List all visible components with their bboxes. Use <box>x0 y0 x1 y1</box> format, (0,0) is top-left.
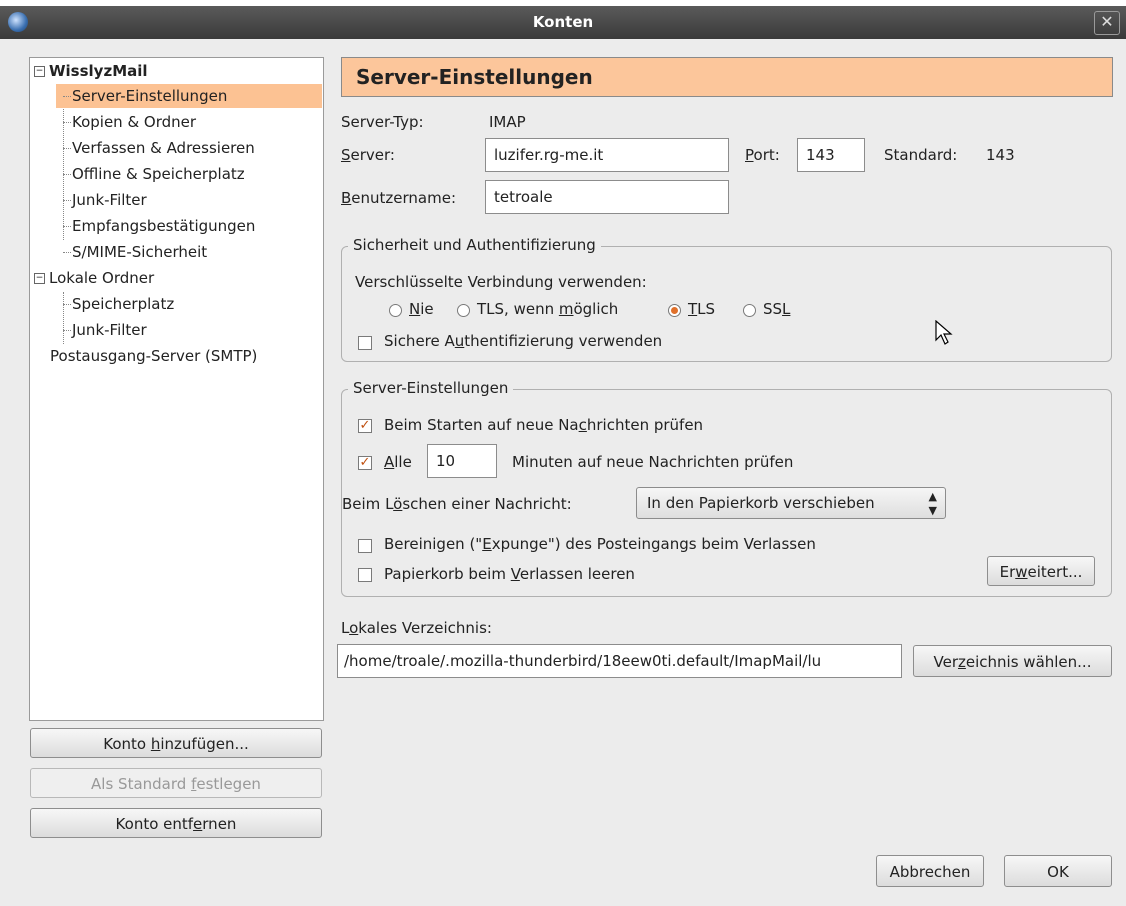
radio-never[interactable] <box>389 304 402 317</box>
collapse-icon[interactable]: − <box>34 66 45 77</box>
empty-trash-label[interactable]: Papierkorb beim Verlassen leeren <box>384 565 635 583</box>
server-type-label: Server-Typ: <box>341 113 424 131</box>
check-every-label[interactable]: Alle <box>384 453 412 471</box>
section-header: Server-Einstellungen <box>341 57 1113 97</box>
check-on-startup-checkbox[interactable]: ✓ <box>358 419 372 433</box>
tree-item-receipts[interactable]: Empfangsbestätigungen <box>56 214 255 238</box>
check-every-checkbox[interactable]: ✓ <box>358 456 372 470</box>
tree-item-label: Offline & Speicherplatz <box>72 165 245 183</box>
add-account-button[interactable]: Konto hinzufügen... <box>30 728 322 758</box>
tree-account-wisslyzmail[interactable]: − WisslyzMail <box>34 59 320 83</box>
radio-tls-if-possible-label[interactable]: TLS, wenn möglich <box>477 300 618 318</box>
username-label: Benutzername: <box>341 189 457 207</box>
tree-item-label: Speicherplatz <box>72 295 175 313</box>
tree-item-copies-folders[interactable]: Kopien & Ordner <box>56 110 196 134</box>
tree-item-server-settings[interactable]: Server-Einstellungen <box>56 84 322 108</box>
tree-item-junk-filter[interactable]: Junk-Filter <box>56 188 147 212</box>
local-directory-label: Lokales Verzeichnis: <box>341 619 492 637</box>
mouse-cursor-icon <box>935 320 953 345</box>
expunge-checkbox[interactable] <box>358 539 372 553</box>
local-directory-input[interactable]: /home/troale/.mozilla-thunderbird/18eew0… <box>337 644 902 678</box>
account-name: WisslyzMail <box>49 62 148 80</box>
radio-ssl[interactable] <box>743 304 756 317</box>
dialog-body: − WisslyzMail Server-Einstellungen Kopien… <box>0 39 1126 906</box>
port-input[interactable]: 143 <box>797 138 865 172</box>
server-type-value: IMAP <box>489 113 526 131</box>
username-input[interactable]: tetroale <box>485 180 729 214</box>
tree-item-smtp[interactable]: Postausgang-Server (SMTP) <box>50 344 257 368</box>
account-tree[interactable]: − WisslyzMail Server-Einstellungen Kopien… <box>29 57 324 721</box>
ok-button[interactable]: OK <box>1004 855 1112 887</box>
tree-item-label: Server-Einstellungen <box>72 87 228 105</box>
cancel-button[interactable]: Abbrechen <box>876 855 984 887</box>
tree-item-label: Junk-Filter <box>72 191 147 209</box>
interval-minutes-input[interactable]: 10 <box>427 444 497 478</box>
collapse-icon[interactable]: − <box>34 273 45 284</box>
encryption-label: Verschlüsselte Verbindung verwenden: <box>355 273 647 291</box>
remove-account-button[interactable]: Konto entfernen <box>30 808 322 838</box>
tree-item-label: Kopien & Ordner <box>72 113 197 131</box>
tree-item-smime[interactable]: S/MIME-Sicherheit <box>56 240 207 264</box>
advanced-button[interactable]: Erweitert... <box>987 556 1095 586</box>
security-group: Sicherheit und Authentifizierung Verschl… <box>341 236 1112 362</box>
standard-label: Standard: <box>884 146 958 164</box>
delete-action-label: Beim Löschen einer Nachricht: <box>342 495 572 513</box>
tree-account-local-folders[interactable]: − Lokale Ordner <box>34 266 154 290</box>
radio-never-label[interactable]: Nie <box>409 300 434 318</box>
server-name-input[interactable]: luzifer.rg-me.it <box>485 138 729 172</box>
tree-item-label: Empfangsbestätigungen <box>72 217 256 235</box>
tree-item-label: Postausgang-Server (SMTP) <box>50 347 258 365</box>
tree-item-disk-space[interactable]: Speicherplatz <box>56 292 174 316</box>
port-label: Port: <box>745 146 780 164</box>
standard-port-value: 143 <box>986 146 1015 164</box>
choose-directory-button[interactable]: Verzeichnis wählen... <box>913 645 1112 677</box>
set-default-button[interactable]: Als Standard festlegen <box>30 768 322 798</box>
server-settings-group: Server-Einstellungen ✓ Beim Starten auf … <box>341 379 1112 597</box>
window-title: Konten <box>532 13 594 31</box>
title-bar: Konten ✕ <box>0 6 1126 39</box>
tree-item-offline[interactable]: Offline & Speicherplatz <box>56 162 245 186</box>
delete-action-value: In den Papierkorb verschieben <box>647 494 875 512</box>
server-settings-legend: Server-Einstellungen <box>348 379 514 397</box>
tree-item-compose[interactable]: Verfassen & Adressieren <box>56 136 255 160</box>
delete-action-select[interactable]: In den Papierkorb verschieben ▲ ▼ <box>636 487 946 519</box>
empty-trash-checkbox[interactable] <box>358 568 372 582</box>
tree-item-label: Junk-Filter <box>72 321 147 339</box>
select-arrows-icon: ▲ ▼ <box>928 490 937 517</box>
interval-suffix-label: Minuten auf neue Nachrichten prüfen <box>512 453 794 471</box>
radio-ssl-label[interactable]: SSL <box>763 300 790 318</box>
secure-auth-label[interactable]: Sichere Authentifizierung verwenden <box>384 332 662 350</box>
tree-item-label: S/MIME-Sicherheit <box>72 243 208 261</box>
server-label: Server: <box>341 146 395 164</box>
expunge-label[interactable]: Bereinigen ("Expunge") des Posteingangs … <box>384 535 816 553</box>
radio-tls-label[interactable]: TLS <box>688 300 715 318</box>
tree-item-local-junk-filter[interactable]: Junk-Filter <box>56 318 147 342</box>
page-title: Server-Einstellungen <box>356 65 593 89</box>
tree-item-label: Verfassen & Adressieren <box>72 139 255 157</box>
security-legend: Sicherheit und Authentifizierung <box>348 236 601 254</box>
radio-tls[interactable] <box>668 304 681 317</box>
secure-auth-checkbox[interactable] <box>358 336 372 350</box>
close-icon[interactable]: ✕ <box>1094 11 1120 35</box>
radio-tls-if-possible[interactable] <box>457 304 470 317</box>
check-on-startup-label[interactable]: Beim Starten auf neue Nachrichten prüfen <box>384 416 703 434</box>
account-name: Lokale Ordner <box>49 269 155 287</box>
